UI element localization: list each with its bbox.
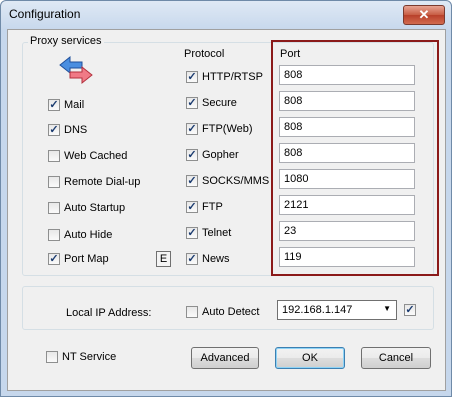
title-bar[interactable]: Configuration ✕ xyxy=(1,1,451,29)
checkbox-box[interactable]: ✓ xyxy=(186,253,198,265)
service-mail-checkbox-label: Mail xyxy=(64,99,85,111)
port-map-edit-button[interactable]: E xyxy=(156,251,171,267)
service-dns-checkbox[interactable]: ✓ DNS xyxy=(48,124,87,136)
service-auto-hide-checkbox-label: Auto Hide xyxy=(64,229,113,241)
port-input[interactable]: 808 xyxy=(279,65,415,85)
protocol-ftp-web--checkbox-label: FTP(Web) xyxy=(202,123,253,135)
protocol-socks-mms-checkbox[interactable]: ✓ SOCKS/MMS xyxy=(186,175,269,187)
protocol-ftp-checkbox[interactable]: ✓ FTP xyxy=(186,201,223,213)
protocol-ftp-web--checkbox[interactable]: ✓ FTP(Web) xyxy=(186,123,253,135)
local-ip-select[interactable]: 192.168.1.147 ▼ xyxy=(277,300,397,320)
checkbox-box[interactable]: ✓ xyxy=(48,124,60,136)
protocol-news-checkbox[interactable]: ✓ News xyxy=(186,253,230,265)
local-ip-selected: 192.168.1.147 xyxy=(282,304,353,316)
proxy-services-label: Proxy services xyxy=(28,35,104,47)
checkbox-box[interactable] xyxy=(48,202,60,214)
checkbox-box[interactable]: ✓ xyxy=(186,227,198,239)
checkbox-box[interactable]: ✓ xyxy=(186,149,198,161)
cancel-button[interactable]: Cancel xyxy=(361,347,431,369)
checkbox-box[interactable] xyxy=(48,176,60,188)
chevron-down-icon: ▼ xyxy=(383,304,391,313)
checkbox-box[interactable] xyxy=(48,229,60,241)
local-ip-extra-checkbox[interactable]: ✓ xyxy=(404,304,420,316)
port-input[interactable]: 808 xyxy=(279,91,415,111)
service-remote-dial-up-checkbox[interactable]: Remote Dial-up xyxy=(48,176,140,188)
protocol-ftp-checkbox-label: FTP xyxy=(202,201,223,213)
protocol-secure-checkbox-label: Secure xyxy=(202,97,237,109)
nt-service-label: NT Service xyxy=(62,351,117,363)
port-input[interactable]: 1080 xyxy=(279,169,415,189)
checkbox-box[interactable] xyxy=(46,351,58,363)
service-auto-hide-checkbox[interactable]: Auto Hide xyxy=(48,229,112,241)
protocol-gopher-checkbox[interactable]: ✓ Gopher xyxy=(186,149,239,161)
checkbox-box[interactable]: ✓ xyxy=(186,175,198,187)
service-auto-startup-checkbox-label: Auto Startup xyxy=(64,202,126,214)
checkbox-box[interactable] xyxy=(186,306,198,318)
dialog-body: Proxy services ✓ Mail ✓ DNS Web Cached Remote… xyxy=(7,29,446,391)
auto-detect-checkbox[interactable]: Auto Detect xyxy=(186,306,259,318)
checkbox-box[interactable]: ✓ xyxy=(186,71,198,83)
local-ip-label: Local IP Address: xyxy=(66,307,152,319)
protocol-gopher-checkbox-label: Gopher xyxy=(202,149,239,161)
service-web-cached-checkbox[interactable]: Web Cached xyxy=(48,150,127,162)
service-web-cached-checkbox-label: Web Cached xyxy=(64,150,128,162)
port-input[interactable]: 2121 xyxy=(279,195,415,215)
service-auto-startup-checkbox[interactable]: Auto Startup xyxy=(48,202,125,214)
service-port-map-checkbox[interactable]: ✓ Port Map xyxy=(48,253,109,265)
protocol-socks-mms-checkbox-label: SOCKS/MMS xyxy=(202,175,270,187)
exchange-arrows-icon xyxy=(59,55,93,85)
close-icon: ✕ xyxy=(418,7,430,22)
protocol-header: Protocol xyxy=(184,48,225,60)
checkbox-box[interactable]: ✓ xyxy=(48,99,60,111)
protocol-telnet-checkbox[interactable]: ✓ Telnet xyxy=(186,227,231,239)
checkbox-box[interactable]: ✓ xyxy=(404,304,416,316)
auto-detect-label: Auto Detect xyxy=(202,306,260,318)
service-mail-checkbox[interactable]: ✓ Mail xyxy=(48,99,84,111)
advanced-button[interactable]: Advanced xyxy=(191,347,259,369)
protocol-secure-checkbox[interactable]: ✓ Secure xyxy=(186,97,237,109)
service-dns-checkbox-label: DNS xyxy=(64,124,88,136)
nt-service-checkbox[interactable]: NT Service xyxy=(46,351,116,363)
close-button[interactable]: ✕ xyxy=(403,5,445,25)
protocol-http-rtsp-checkbox-label: HTTP/RTSP xyxy=(202,71,263,83)
checkbox-box[interactable]: ✓ xyxy=(186,201,198,213)
configuration-window: Configuration ✕ Proxy services ✓ Mail ✓ DNS… xyxy=(0,0,452,397)
service-port-map-checkbox-label: Port Map xyxy=(64,253,109,265)
protocol-http-rtsp-checkbox[interactable]: ✓ HTTP/RTSP xyxy=(186,71,263,83)
checkbox-box[interactable]: ✓ xyxy=(186,97,198,109)
port-input[interactable]: 119 xyxy=(279,247,415,267)
protocol-telnet-checkbox-label: Telnet xyxy=(202,227,232,239)
window-title: Configuration xyxy=(9,7,81,21)
service-remote-dial-up-checkbox-label: Remote Dial-up xyxy=(64,176,141,188)
port-input[interactable]: 808 xyxy=(279,143,415,163)
ok-button[interactable]: OK xyxy=(275,347,345,369)
port-input[interactable]: 23 xyxy=(279,221,415,241)
port-header: Port xyxy=(280,48,301,60)
checkbox-box[interactable]: ✓ xyxy=(48,253,60,265)
port-input[interactable]: 808 xyxy=(279,117,415,137)
protocol-news-checkbox-label: News xyxy=(202,253,230,265)
checkbox-box[interactable] xyxy=(48,150,60,162)
checkbox-box[interactable]: ✓ xyxy=(186,123,198,135)
